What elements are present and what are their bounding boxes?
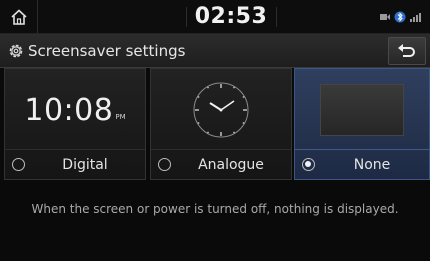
- option-footer: None: [295, 149, 429, 179]
- description-message: When the screen or power is turned off, …: [31, 202, 399, 216]
- settings-header: Screensaver settings: [0, 34, 430, 68]
- radio-digital[interactable]: [12, 158, 25, 171]
- back-arrow-icon: [398, 44, 415, 57]
- option-label-analogue: Analogue: [198, 157, 264, 173]
- blank-screen-preview: [320, 84, 404, 136]
- option-digital[interactable]: 10:08 PM Digital: [4, 68, 146, 180]
- screensaver-options: 10:08 PM Digital Analogue None: [0, 68, 430, 180]
- option-footer: Analogue: [151, 149, 291, 179]
- radio-none[interactable]: [302, 158, 315, 171]
- network-signal-icon: [410, 13, 421, 22]
- analogue-clock-icon: [193, 82, 249, 138]
- status-separator: [276, 7, 277, 27]
- preview-ampm: PM: [115, 113, 126, 121]
- option-none[interactable]: None: [294, 68, 430, 180]
- none-preview: [301, 75, 423, 145]
- digital-clock-preview: 10:08 PM: [11, 75, 139, 145]
- option-label-none: None: [353, 157, 391, 173]
- option-footer: Digital: [5, 149, 145, 179]
- page-title: Screensaver settings: [28, 42, 186, 60]
- gear-icon: [9, 44, 23, 58]
- analogue-clock-preview: [157, 75, 285, 145]
- status-bar: 02:53: [0, 0, 430, 34]
- back-button[interactable]: [388, 37, 426, 65]
- preview-time: 10:08: [24, 92, 114, 128]
- option-label-digital: Digital: [62, 157, 108, 173]
- radio-analogue[interactable]: [158, 158, 171, 171]
- status-icons: [380, 10, 422, 24]
- status-clock: 02:53: [194, 4, 268, 29]
- home-icon: [10, 9, 27, 25]
- home-button[interactable]: [0, 0, 38, 34]
- bluetooth-phone-icon: [394, 11, 406, 23]
- media-icon: [380, 14, 390, 20]
- option-analogue[interactable]: Analogue: [150, 68, 292, 180]
